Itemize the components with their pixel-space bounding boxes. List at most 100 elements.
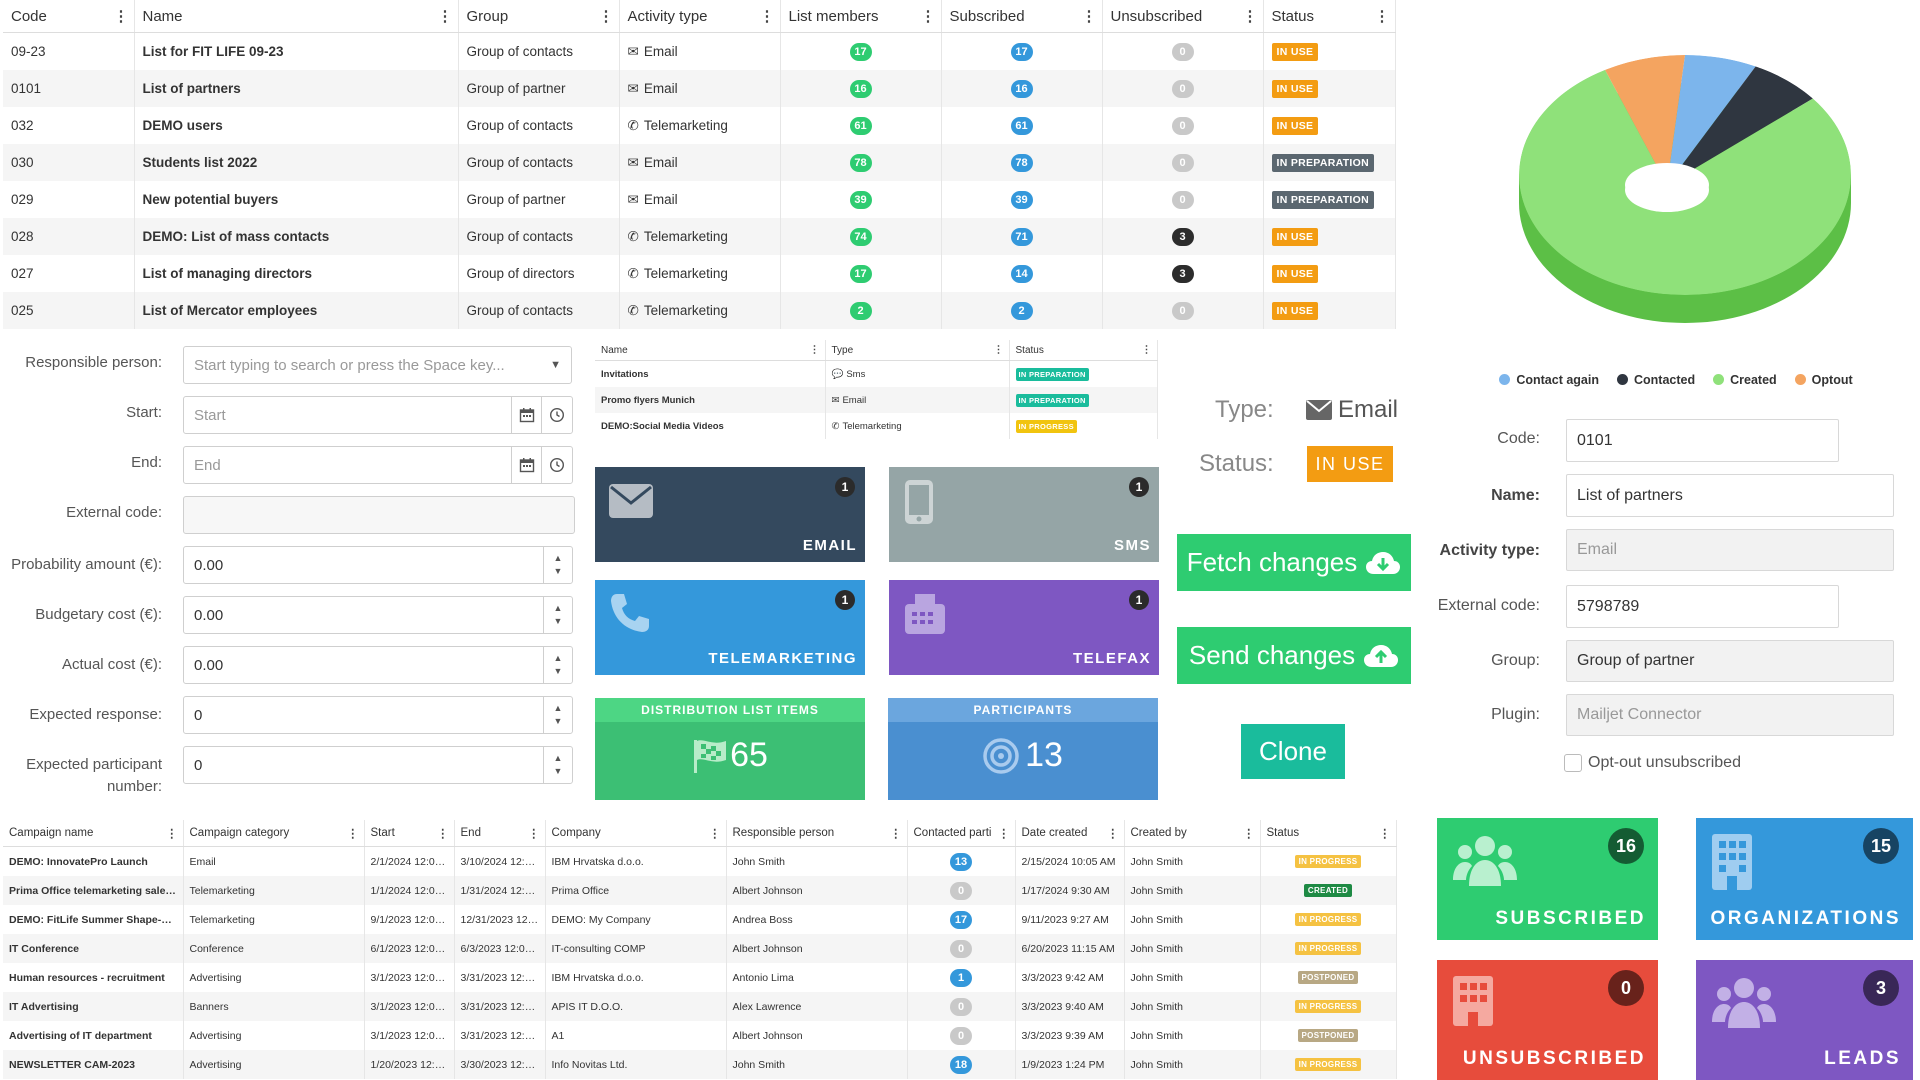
actual-cost-input[interactable]: 0.00 ▲ ▼ bbox=[183, 646, 573, 684]
table-row[interactable]: Advertising of IT department Advertising 3… bbox=[3, 1021, 1397, 1050]
table-row[interactable]: 027 List of managing directors Group of di… bbox=[3, 255, 1396, 292]
column-menu-icon[interactable]: ⋮ bbox=[998, 826, 1009, 840]
email-tile[interactable]: 1 EMAIL bbox=[595, 467, 865, 562]
expected-participant-input[interactable]: 0 ▲ ▼ bbox=[183, 746, 573, 784]
column-menu-icon[interactable]: ⋮ bbox=[438, 7, 453, 25]
number-spinner[interactable]: ▲ ▼ bbox=[543, 547, 572, 583]
start-date-input[interactable]: Start bbox=[183, 396, 573, 434]
name-input[interactable]: List of partners bbox=[1566, 474, 1894, 517]
column-menu-icon[interactable]: ⋮ bbox=[1243, 7, 1258, 25]
organizations-tile[interactable]: 15 ORGANIZATIONS bbox=[1696, 818, 1913, 940]
number-spinner[interactable]: ▲ ▼ bbox=[543, 597, 572, 633]
column-menu-icon[interactable]: ⋮ bbox=[599, 7, 614, 25]
table-row[interactable]: IT Conference Conference 6/1/2023 12:00...… bbox=[3, 934, 1397, 963]
legend-item[interactable]: Optout bbox=[1794, 373, 1853, 387]
column-menu-icon[interactable]: ⋮ bbox=[347, 826, 358, 840]
number-spinner[interactable]: ▲ ▼ bbox=[543, 647, 572, 683]
table-row[interactable]: IT Advertising Banners 3/1/2023 12:00... 3/… bbox=[3, 992, 1397, 1021]
table-row[interactable]: 0101 List of partners Group of partner ✉ Ema… bbox=[3, 70, 1396, 107]
table-row[interactable]: DEMO: InnovatePro Launch Email 2/1/2024 12… bbox=[3, 846, 1397, 876]
fetch-changes-button[interactable]: Fetch changes bbox=[1177, 534, 1411, 591]
column-header[interactable]: Activity type ⋮ bbox=[619, 0, 781, 33]
legend-item[interactable]: Contact again bbox=[1499, 373, 1599, 387]
expected-response-input[interactable]: 0 ▲ ▼ bbox=[183, 696, 573, 734]
table-row[interactable]: DEMO: FitLife Summer Shape-Up... Telemark… bbox=[3, 905, 1397, 934]
column-header[interactable]: Company ⋮ bbox=[545, 820, 727, 847]
column-menu-icon[interactable]: ⋮ bbox=[890, 826, 901, 840]
column-menu-icon[interactable]: ⋮ bbox=[1375, 7, 1390, 25]
column-menu-icon[interactable]: ⋮ bbox=[1107, 826, 1118, 840]
column-menu-icon[interactable]: ⋮ bbox=[114, 7, 129, 25]
clock-icon[interactable] bbox=[541, 447, 572, 483]
column-header[interactable]: Subscribed ⋮ bbox=[941, 0, 1103, 33]
table-row[interactable]: Human resources - recruitment Advertising… bbox=[3, 963, 1397, 992]
column-menu-icon[interactable]: ⋮ bbox=[528, 826, 539, 840]
telemarketing-tile[interactable]: 1 TELEMARKETING bbox=[595, 580, 865, 675]
participants-tile[interactable]: PARTICIPANTS 13 bbox=[888, 698, 1158, 800]
clock-icon[interactable] bbox=[541, 397, 572, 433]
column-header[interactable]: Campaign name ⋮ bbox=[3, 820, 184, 847]
number-spinner[interactable]: ▲ ▼ bbox=[543, 747, 572, 783]
group-input[interactable]: Group of partner bbox=[1566, 640, 1894, 682]
column-menu-icon[interactable]: ⋮ bbox=[1243, 826, 1254, 840]
optout-row[interactable]: Opt-out unsubscribed bbox=[1564, 754, 1741, 772]
column-header[interactable]: Group ⋮ bbox=[458, 0, 620, 33]
column-header[interactable]: Type ⋮ bbox=[825, 340, 1010, 361]
column-header[interactable]: Status ⋮ bbox=[1260, 820, 1397, 847]
probability-amount-input[interactable]: 0.00 ▲ ▼ bbox=[183, 546, 573, 584]
send-changes-button[interactable]: Send changes bbox=[1177, 627, 1411, 684]
column-header[interactable]: Contacted parti ⋮ bbox=[907, 820, 1016, 847]
external-code-input-right[interactable]: 5798789 bbox=[1566, 585, 1839, 628]
leads-tile[interactable]: 3 LEADS bbox=[1696, 960, 1913, 1080]
code-input[interactable]: 0101 bbox=[1566, 419, 1839, 462]
external-code-input[interactable] bbox=[183, 496, 575, 534]
telefax-tile[interactable]: 1 TELEFAX bbox=[889, 580, 1159, 675]
legend-item[interactable]: Created bbox=[1713, 373, 1777, 387]
column-menu-icon[interactable]: ⋮ bbox=[709, 826, 720, 840]
number-spinner[interactable]: ▲ ▼ bbox=[543, 697, 572, 733]
column-menu-icon[interactable]: ⋮ bbox=[994, 345, 1004, 356]
column-header[interactable]: Status ⋮ bbox=[1009, 340, 1158, 361]
column-header[interactable]: Campaign category ⋮ bbox=[183, 820, 365, 847]
column-header[interactable]: Unsubscribed ⋮ bbox=[1102, 0, 1264, 33]
budgetary-cost-input[interactable]: 0.00 ▲ ▼ bbox=[183, 596, 573, 634]
table-row[interactable]: Invitations 💬 Sms IN PREPARATION bbox=[595, 360, 1158, 387]
column-menu-icon[interactable]: ⋮ bbox=[760, 7, 775, 25]
column-menu-icon[interactable]: ⋮ bbox=[1082, 7, 1097, 25]
clone-button[interactable]: Clone bbox=[1241, 724, 1345, 779]
table-row[interactable]: DEMO:Social Media Videos ✆ Telemarketing IN… bbox=[595, 413, 1158, 439]
column-header[interactable]: End ⋮ bbox=[454, 820, 546, 847]
table-row[interactable]: 032 DEMO users Group of contacts ✆ Telemarke… bbox=[3, 107, 1396, 144]
column-menu-icon[interactable]: ⋮ bbox=[1142, 345, 1152, 356]
table-row[interactable]: 028 DEMO: List of mass contacts Group of c… bbox=[3, 218, 1396, 255]
column-header[interactable]: Date created ⋮ bbox=[1015, 820, 1125, 847]
unsubscribed-tile[interactable]: 0 UNSUBSCRIBED bbox=[1437, 960, 1658, 1080]
optout-checkbox[interactable] bbox=[1564, 754, 1582, 772]
column-header[interactable]: List members ⋮ bbox=[780, 0, 942, 33]
table-row[interactable]: 030 Students list 2022 Group of contacts ✉ E… bbox=[3, 144, 1396, 181]
legend-item[interactable]: Contacted bbox=[1617, 373, 1695, 387]
column-menu-icon[interactable]: ⋮ bbox=[921, 7, 936, 25]
subscribed-tile[interactable]: 16 SUBSCRIBED bbox=[1437, 818, 1658, 940]
table-row[interactable]: 09-23 List for FIT LIFE 09-23 Group of con… bbox=[3, 32, 1396, 70]
column-menu-icon[interactable]: ⋮ bbox=[166, 826, 177, 840]
table-row[interactable]: 025 List of Mercator employees Group of co… bbox=[3, 292, 1396, 329]
responsible-person-input[interactable]: Start typing to search or press the Spac… bbox=[183, 346, 572, 384]
column-menu-icon[interactable]: ⋮ bbox=[437, 826, 448, 840]
column-menu-icon[interactable]: ⋮ bbox=[1379, 826, 1390, 840]
column-header[interactable]: Created by ⋮ bbox=[1124, 820, 1261, 847]
sms-tile[interactable]: 1 SMS bbox=[889, 467, 1159, 562]
distribution-list-tile[interactable]: DISTRIBUTION LIST ITEMS 65 bbox=[595, 698, 865, 800]
column-header[interactable]: Name ⋮ bbox=[595, 340, 826, 361]
column-header[interactable]: Responsible person ⋮ bbox=[726, 820, 908, 847]
table-row[interactable]: Promo flyers Munich ✉ Email IN PREPARATION bbox=[595, 387, 1158, 413]
table-row[interactable]: Prima Office telemarketing sales ... Tele… bbox=[3, 876, 1397, 905]
table-row[interactable]: NEWSLETTER CAM-2023 Advertising 1/20/2023 … bbox=[3, 1050, 1397, 1079]
column-header[interactable]: Start ⋮ bbox=[364, 820, 455, 847]
calendar-icon[interactable] bbox=[511, 447, 542, 483]
column-header[interactable]: Name ⋮ bbox=[134, 0, 459, 33]
dropdown-caret-icon[interactable]: ▼ bbox=[550, 359, 561, 371]
column-menu-icon[interactable]: ⋮ bbox=[810, 345, 820, 356]
calendar-icon[interactable] bbox=[511, 397, 542, 433]
column-header[interactable]: Status ⋮ bbox=[1263, 0, 1396, 33]
